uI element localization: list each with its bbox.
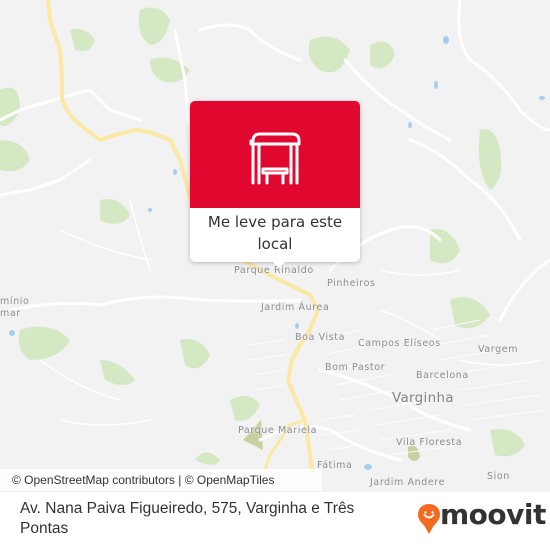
footer: Av. Nana Paiva Figueiredo, 575, Varginha…	[0, 492, 550, 550]
place-label-jardim-aurea: Jardim Áurea	[261, 302, 330, 313]
moovit-pin-icon	[418, 504, 440, 534]
place-label-vargem: Vargem	[478, 344, 519, 355]
place-label-jardim-andere: Jardim Andere	[370, 477, 446, 488]
moovit-logo[interactable]: moovit	[418, 498, 546, 534]
place-label-sion: Sion	[487, 471, 510, 482]
park-small	[408, 445, 420, 461]
popup-pointer	[272, 261, 286, 268]
place-label-parque-mariela: Parque Mariela	[238, 425, 318, 436]
bus-stop-icon	[249, 132, 301, 185]
place-label-varginha: Varginha	[392, 390, 454, 406]
place-label-fatima: Fátima	[317, 460, 353, 471]
popup-header	[190, 101, 360, 208]
place-label-dominio-line2: mar	[0, 308, 21, 319]
place-label-vila-floresta: Vila Floresta	[396, 437, 463, 448]
place-label-barcelona: Barcelona	[416, 370, 469, 381]
place-label-boa-vista: Boa Vista	[295, 332, 345, 343]
popup-label: Me leve para este local	[207, 213, 343, 253]
map[interactable]: Parque Rinaldo Pinheiros Jardim Áurea Bo…	[0, 0, 550, 550]
take-me-here-popup[interactable]: Me leve para este local	[190, 101, 360, 268]
address-text: Av. Nana Paiva Figueiredo, 575, Varginha…	[20, 500, 355, 537]
place-label-dominio-line1: mínio	[0, 296, 30, 307]
place-label-pinheiros: Pinheiros	[327, 278, 376, 289]
place-label-bom-pastor: Bom Pastor	[325, 362, 386, 373]
place-label-campos-eliseos: Campos Elíseos	[358, 338, 441, 349]
moovit-wordmark: moovit	[440, 498, 546, 531]
map-attribution[interactable]: © OpenStreetMap contributors | © OpenMap…	[0, 469, 322, 491]
